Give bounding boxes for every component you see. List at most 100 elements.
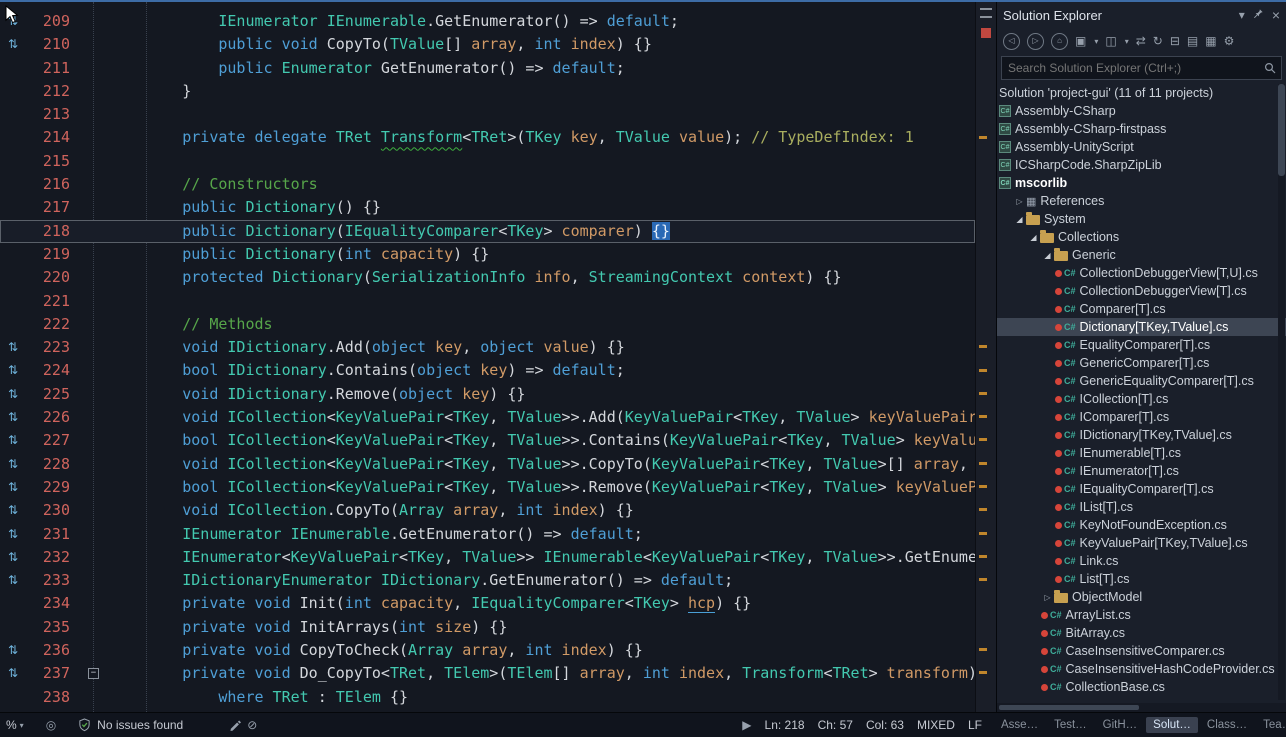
- tree-item[interactable]: C#CollectionDebuggerView[T].cs: [997, 282, 1286, 300]
- tree-item[interactable]: C#IEnumerator[T].cs: [997, 462, 1286, 480]
- implementation-arrows-icon[interactable]: ⇅: [3, 453, 23, 476]
- code-line-223[interactable]: ⇅223void IDictionary.Add(object key, obj…: [0, 336, 975, 359]
- close-icon[interactable]: ×: [1272, 7, 1280, 23]
- implementation-arrows-icon[interactable]: ⇅: [3, 569, 23, 592]
- tree-item[interactable]: C#Dictionary[TKey,TValue].cs: [997, 318, 1286, 336]
- tree-item[interactable]: C#IDictionary[TKey,TValue].cs: [997, 426, 1286, 444]
- tree-item[interactable]: C#KeyNotFoundException.cs: [997, 516, 1286, 534]
- implementation-arrows-icon[interactable]: ⇅: [3, 546, 23, 569]
- code-line-219[interactable]: 219public Dictionary(int capacity) {}: [0, 243, 975, 266]
- expanded-arrow-icon[interactable]: ◢: [1041, 251, 1054, 260]
- code-line-218[interactable]: 218public Dictionary(IEqualityComparer<T…: [0, 220, 975, 243]
- code-line-213[interactable]: 213: [0, 103, 975, 126]
- code-editor[interactable]: ⇅209IEnumerator IEnumerable.GetEnumerato…: [0, 2, 975, 712]
- tree-item[interactable]: ◢Collections: [997, 228, 1286, 246]
- code-line-231[interactable]: ⇅231IEnumerator IEnumerable.GetEnumerato…: [0, 523, 975, 546]
- tree-item[interactable]: C#CaseInsensitiveComparer.cs: [997, 642, 1286, 660]
- tree-item[interactable]: C#BitArray.cs: [997, 624, 1286, 642]
- properties-icon[interactable]: ▦: [1205, 35, 1216, 47]
- code-line-230[interactable]: ⇅230void ICollection.CopyTo(Array array,…: [0, 499, 975, 522]
- pending-changes-filter-icon[interactable]: ◫: [1105, 35, 1116, 47]
- code-line-229[interactable]: ⇅229bool ICollection<KeyValuePair<TKey, …: [0, 476, 975, 499]
- tree-item[interactable]: C#ICollection[T].cs: [997, 390, 1286, 408]
- search-input[interactable]: [1002, 61, 1259, 75]
- implementation-arrows-icon[interactable]: ⇅: [3, 383, 23, 406]
- refresh-icon[interactable]: ↻: [1153, 35, 1163, 47]
- tree-item[interactable]: C#Assembly-UnityScript: [997, 138, 1286, 156]
- preview-selected-items-icon[interactable]: ⚙: [1224, 35, 1235, 47]
- code-line-209[interactable]: ⇅209IEnumerator IEnumerable.GetEnumerato…: [0, 10, 975, 33]
- code-line-238[interactable]: 238where TRet : TElem {}: [0, 686, 975, 709]
- tree-item[interactable]: C#Assembly-CSharp: [997, 102, 1286, 120]
- code-line-212[interactable]: 212}: [0, 80, 975, 103]
- implementation-arrows-icon[interactable]: ⇅: [3, 336, 23, 359]
- implementation-arrows-icon[interactable]: ⇅: [3, 523, 23, 546]
- code-line-228[interactable]: ⇅228void ICollection<KeyValuePair<TKey, …: [0, 453, 975, 476]
- issues-status[interactable]: No issues found: [97, 718, 183, 732]
- tree-item[interactable]: C#IEqualityComparer[T].cs: [997, 480, 1286, 498]
- tree-item[interactable]: C#Assembly-CSharp-firstpass: [997, 120, 1286, 138]
- show-all-files-icon[interactable]: ▤: [1187, 35, 1198, 47]
- code-line-215[interactable]: 215: [0, 150, 975, 173]
- fold-collapse-icon[interactable]: −: [88, 668, 99, 679]
- tree-item[interactable]: C#EqualityComparer[T].cs: [997, 336, 1286, 354]
- tree-horizontal-scrollbar[interactable]: [997, 703, 1286, 712]
- tree-item[interactable]: C#KeyValuePair[TKey,TValue].cs: [997, 534, 1286, 552]
- tree-item[interactable]: C#IComparer[T].cs: [997, 408, 1286, 426]
- tree-item[interactable]: ▷▦References: [997, 192, 1286, 210]
- code-line-224[interactable]: ⇅224bool IDictionary.Contains(object key…: [0, 359, 975, 382]
- tree-item[interactable]: C#IList[T].cs: [997, 498, 1286, 516]
- code-line-221[interactable]: 221: [0, 290, 975, 313]
- code-line-225[interactable]: ⇅225void IDictionary.Remove(object key) …: [0, 383, 975, 406]
- splitter-grip-icon[interactable]: [980, 8, 992, 18]
- code-line-222[interactable]: 222// Methods: [0, 313, 975, 336]
- back-icon[interactable]: ◁: [1003, 33, 1020, 50]
- code-line-226[interactable]: ⇅226void ICollection<KeyValuePair<TKey, …: [0, 406, 975, 429]
- code-line-210[interactable]: ⇅210public void CopyTo(TValue[] array, i…: [0, 33, 975, 56]
- tool-tab-6[interactable]: Tea…: [1256, 717, 1286, 733]
- tree-item[interactable]: ▷ObjectModel: [997, 588, 1286, 606]
- code-line-237[interactable]: ⇅237−private void Do_CopyTo<TRet, TElem>…: [0, 662, 975, 685]
- code-line-236[interactable]: ⇅236private void CopyToCheck(Array array…: [0, 639, 975, 662]
- code-line-220[interactable]: 220protected Dictionary(SerializationInf…: [0, 266, 975, 289]
- tool-tab-2[interactable]: Test…: [1047, 717, 1094, 733]
- collapse-all-icon[interactable]: ⊟: [1170, 35, 1180, 47]
- implementation-arrows-icon[interactable]: ⇅: [3, 476, 23, 499]
- code-line-216[interactable]: 216// Constructors: [0, 173, 975, 196]
- tree-item[interactable]: C#CaseInsensitiveHashCodeProvider.cs: [997, 660, 1286, 678]
- search-box[interactable]: [1001, 56, 1282, 80]
- tree-item[interactable]: ◢Generic: [997, 246, 1286, 264]
- implementation-arrows-icon[interactable]: ⇅: [3, 33, 23, 56]
- implementation-arrows-icon[interactable]: ⇅: [3, 359, 23, 382]
- tree-item[interactable]: C#CollectionBase.cs: [997, 678, 1286, 696]
- tree-item[interactable]: C#List[T].cs: [997, 570, 1286, 588]
- scrollbar-thumb[interactable]: [1278, 84, 1285, 176]
- line-indicator[interactable]: Ln: 218: [765, 718, 805, 732]
- zoom-control[interactable]: % ▾: [6, 718, 24, 732]
- tree-item[interactable]: C#GenericComparer[T].cs: [997, 354, 1286, 372]
- scrollbar-thumb[interactable]: [999, 705, 1139, 710]
- tool-tab-4[interactable]: Solut…: [1146, 717, 1198, 733]
- indent-mode[interactable]: MIXED: [917, 718, 955, 732]
- code-analysis-shield-icon[interactable]: [78, 718, 91, 732]
- code-line-233[interactable]: ⇅233IDictionaryEnumerator IDictionary.Ge…: [0, 569, 975, 592]
- sync-with-active-document-icon[interactable]: ⇄: [1136, 35, 1146, 47]
- code-line-214[interactable]: 214private delegate TRet Transform<TRet>…: [0, 126, 975, 149]
- implementation-arrows-icon[interactable]: ⇅: [3, 429, 23, 452]
- notifications-icon[interactable]: ◎: [46, 718, 56, 732]
- window-position-icon[interactable]: ▾: [1239, 8, 1245, 22]
- search-icon[interactable]: [1259, 62, 1281, 74]
- tree-item[interactable]: C#ArrayList.cs: [997, 606, 1286, 624]
- tree-item[interactable]: C#Comparer[T].cs: [997, 300, 1286, 318]
- line-ending[interactable]: LF: [968, 718, 982, 732]
- forward-icon[interactable]: ▷: [1027, 33, 1044, 50]
- code-line-211[interactable]: 211public Enumerator GetEnumerator() => …: [0, 57, 975, 80]
- tree-vertical-scrollbar[interactable]: [1278, 84, 1285, 700]
- code-line-239[interactable]: 239private static KeyValuePair<TKey, TVa…: [0, 709, 975, 712]
- code-line-232[interactable]: ⇅232IEnumerator<KeyValuePair<TKey, TValu…: [0, 546, 975, 569]
- editor-scrollbar[interactable]: [975, 2, 996, 712]
- expanded-arrow-icon[interactable]: ◢: [1027, 233, 1040, 242]
- code-line-217[interactable]: 217public Dictionary() {}: [0, 196, 975, 219]
- tree-item[interactable]: C#ICSharpCode.SharpZipLib: [997, 156, 1286, 174]
- tree-item[interactable]: C#mscorlib: [997, 174, 1286, 192]
